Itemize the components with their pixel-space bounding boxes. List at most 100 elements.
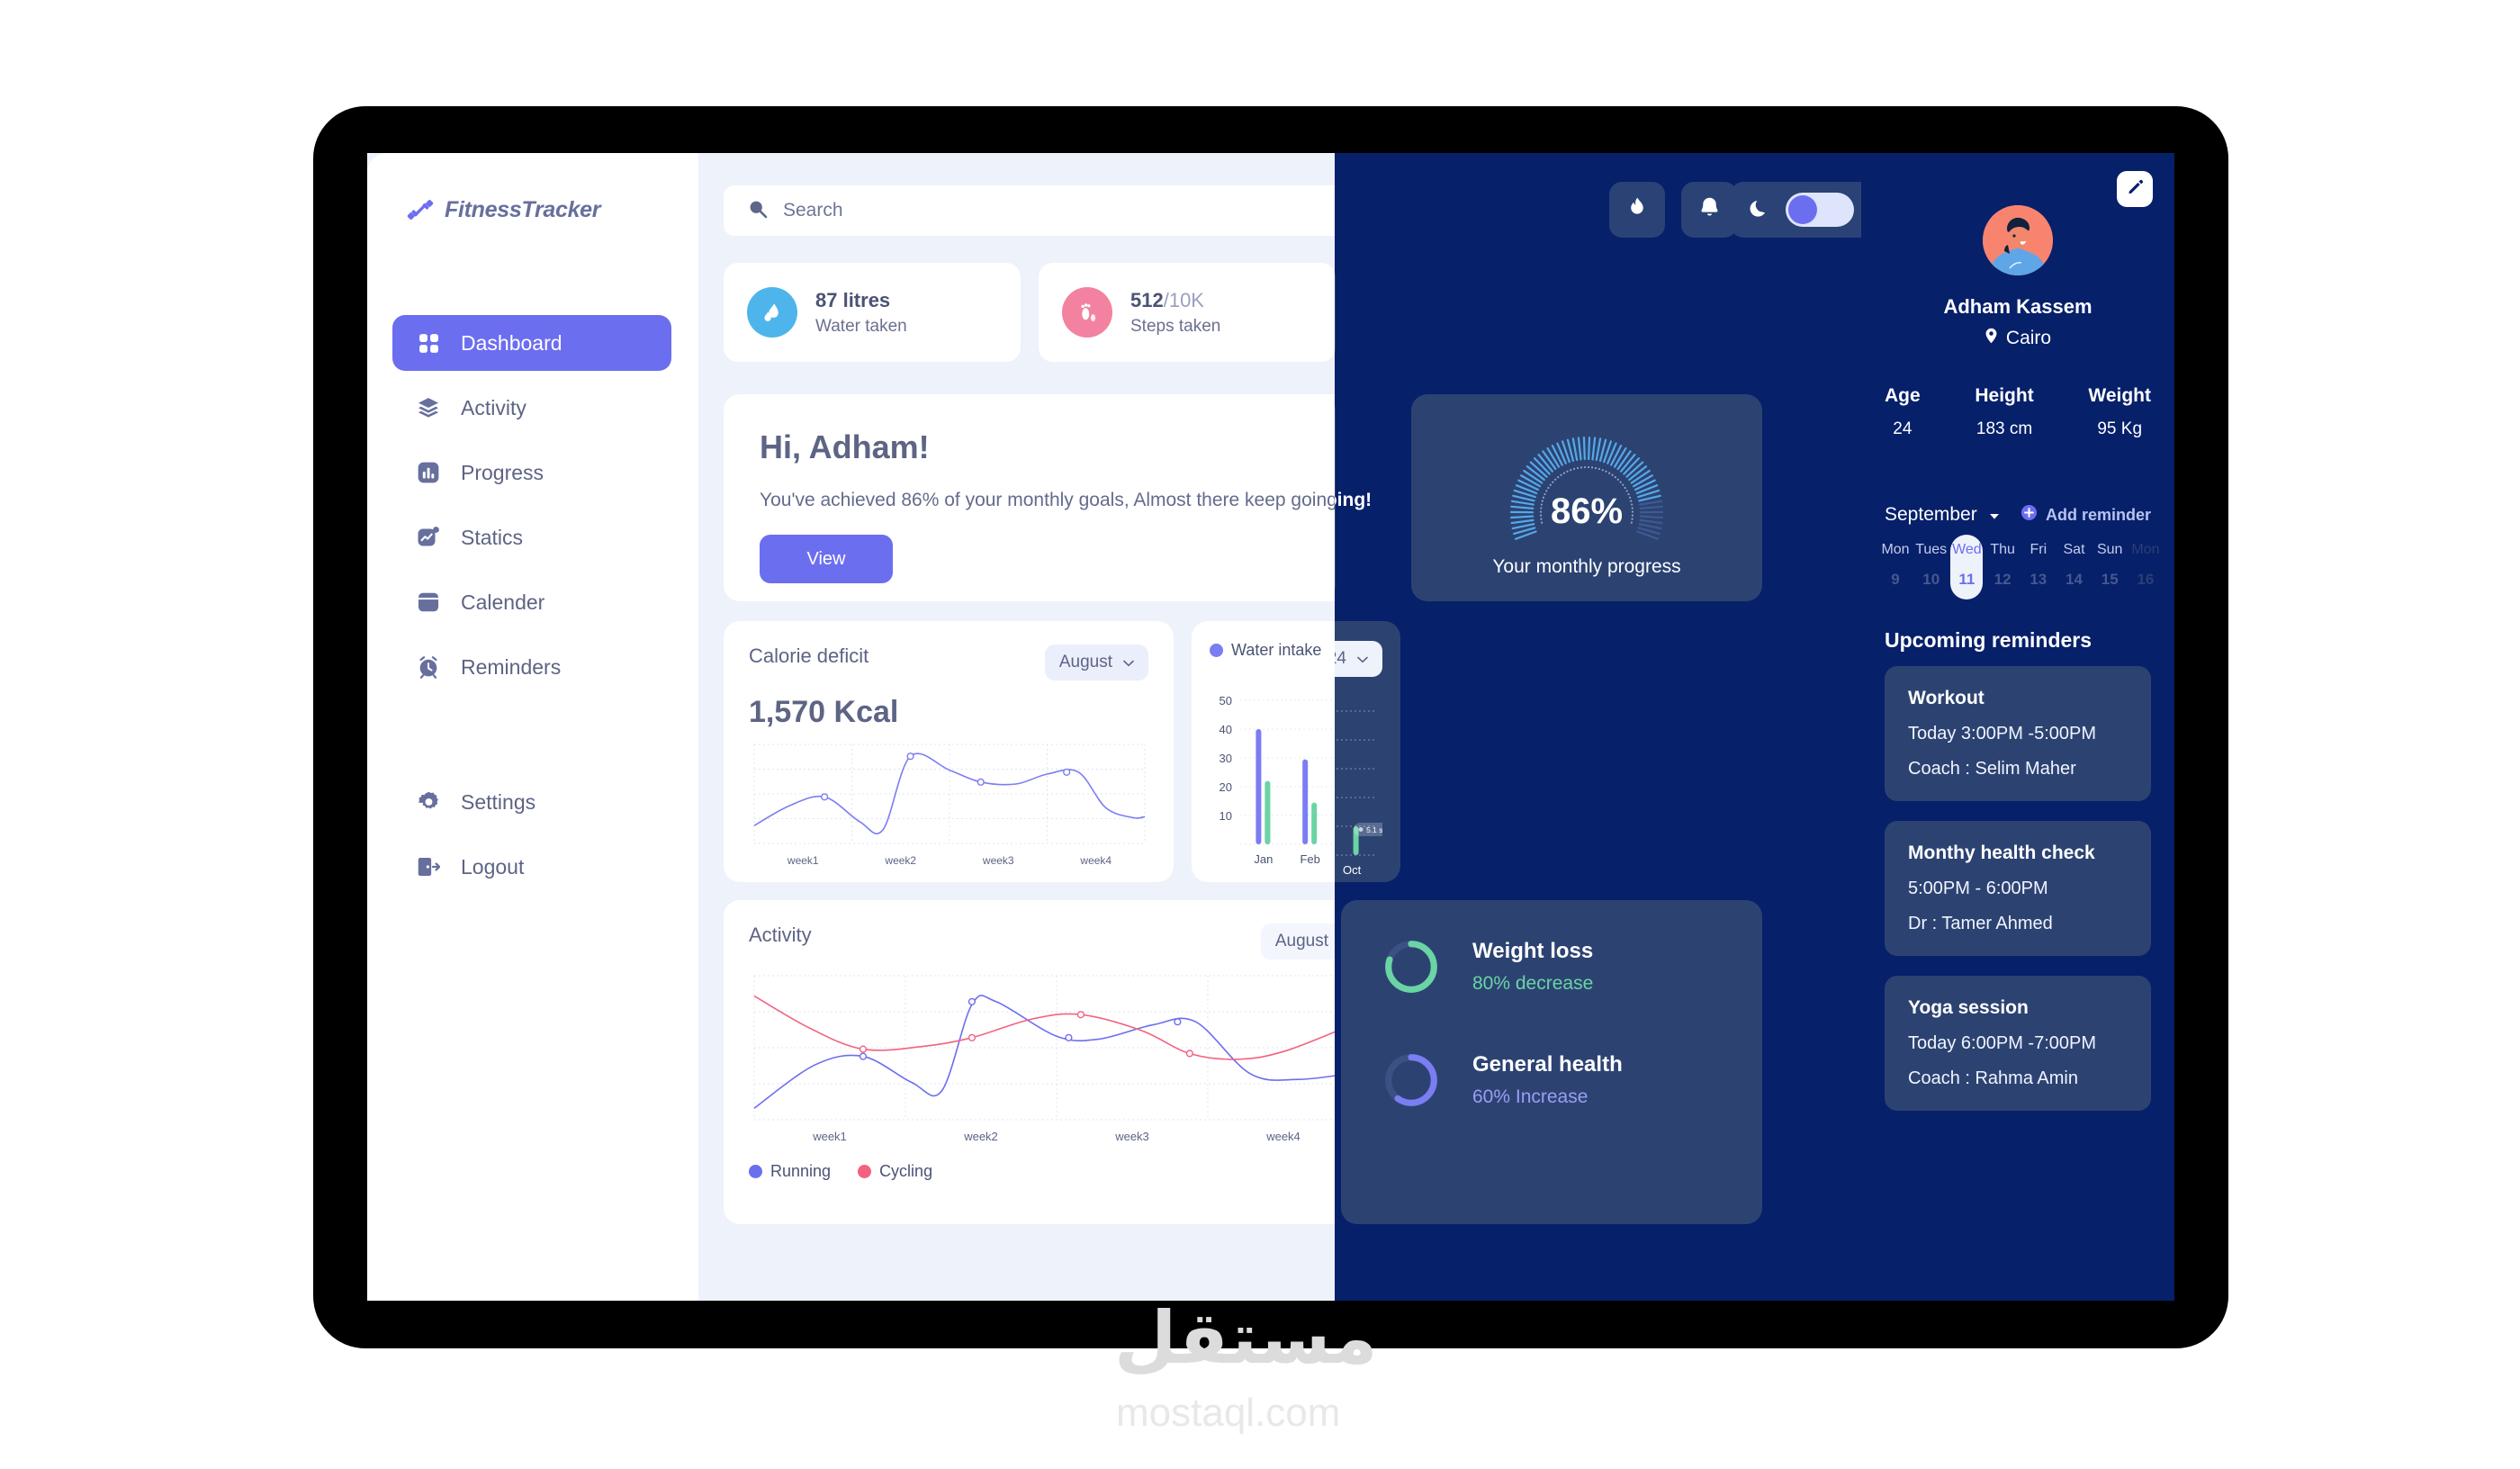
year-select-dark[interactable]: 2024 [1335, 641, 1382, 677]
calendar-icon [416, 590, 441, 615]
monthly-progress-card: 86% Your monthly progress [1411, 394, 1762, 601]
month-value: September [1885, 504, 1977, 525]
stat-card-steps[interactable]: 512/10K Steps taken [1039, 263, 1336, 362]
sidebar-item-progress[interactable]: Progress [392, 445, 671, 500]
stat-label: Steps taken [1130, 316, 1221, 336]
progress-percent: 86% [1550, 491, 1624, 531]
day-name: Fri [2030, 542, 2048, 557]
calorie-deficit-card: Calorie deficit August 1,570 Kcal week1 w… [724, 621, 1174, 882]
day-name: Mon [2131, 542, 2160, 557]
reminders-title: Upcoming reminders [1885, 628, 2092, 652]
reminder-card[interactable]: Monthy health check 5:00PM - 6:00PM Dr :… [1885, 821, 2151, 956]
search-placeholder: Search [783, 200, 843, 221]
period-value: August [1058, 653, 1112, 671]
weight-loss-donut [1385, 941, 1437, 993]
reminder-card[interactable]: Yoga session Today 6:00PM -7:00PM Coach … [1885, 976, 2151, 1111]
flame-icon [1624, 195, 1650, 225]
monthly-bars-chart-dark: 1020304050JanFebMarAprMayJunJulAugSepOct… [1335, 710, 1382, 877]
dashboard-screen: FitnessTracker Dashboard Activity Progre… [367, 153, 2174, 1301]
calendar-day[interactable]: Sun 15 [2093, 535, 2126, 599]
profile-stat-weight: Weight 95 Kg [2088, 385, 2151, 439]
add-reminder-label: Add reminder [2045, 505, 2151, 524]
calendar-day[interactable]: Thu 12 [1986, 535, 2019, 599]
svg-text:20: 20 [1220, 780, 1232, 794]
sidebar-item-reminders[interactable]: Reminders [392, 639, 671, 695]
stat-value: 87 litres [815, 288, 891, 311]
stat-card-calories[interactable]: 408 kcal Calories burned [1335, 263, 1336, 362]
legend-dot-running [749, 1165, 762, 1178]
add-reminder-button[interactable]: Add reminder [2020, 504, 2151, 526]
legend-item: Water intake [1210, 641, 1321, 660]
reminder-name: Yoga session [1908, 997, 2029, 1018]
reminder-person: Coach : Selim Maher [1908, 759, 2076, 779]
map-pin-icon [1984, 328, 1998, 349]
flame-icon-button[interactable] [1609, 182, 1665, 238]
metric-name: Weight loss [1472, 939, 1594, 963]
svg-text:Oct: Oct [1343, 863, 1362, 877]
svg-text:week4: week4 [1265, 1130, 1300, 1143]
sidebar-item-logout[interactable]: Logout [392, 839, 671, 895]
bell-icon [1697, 195, 1722, 224]
edit-profile-button[interactable] [2117, 171, 2153, 207]
svg-text:40: 40 [1220, 723, 1232, 736]
welcome-message: You've achieved 86% of your monthly goal… [760, 490, 1343, 510]
water-drop-icon [747, 287, 797, 338]
chevron-down-icon [1357, 649, 1368, 669]
legend-item: Cycling [858, 1162, 932, 1181]
stat-value: 95 Kg [2097, 419, 2143, 438]
month-select[interactable]: September [1885, 504, 2000, 526]
stat-label: Weight [2088, 385, 2151, 406]
sidebar-item-label: Logout [461, 854, 525, 879]
sidebar-item-label: Dashboard [461, 330, 562, 355]
sidebar-item-calender[interactable]: Calender [392, 574, 671, 630]
bar-chart-header-dark: Water intake Steps Calories burned 2024 [1335, 641, 1382, 677]
svg-text:5.1 steps: 5.1 steps [1366, 825, 1382, 834]
reminder-name: Monthy health check [1908, 843, 2095, 863]
footsteps-icon [1062, 287, 1112, 338]
calendar-day-selected[interactable]: Wed 11 [1950, 535, 1984, 599]
svg-text:week3: week3 [982, 854, 1014, 867]
svg-text:week2: week2 [963, 1130, 998, 1143]
calendar-day[interactable]: Sat 14 [2058, 535, 2091, 599]
day-name: Mon [1881, 542, 1910, 557]
day-number: 12 [1994, 571, 2012, 588]
watermark-arabic: مستقل [1114, 1296, 1378, 1380]
activity-card: Activity August week1 week2 week3 week4 Run… [724, 900, 1390, 1224]
calendar-day[interactable]: Fri 13 [2022, 535, 2055, 599]
calendar-day[interactable]: Mon 9 [1879, 535, 1912, 599]
profile-location-text: Cairo [2005, 328, 2052, 348]
stat-label: Water taken [815, 316, 907, 336]
gear-icon [416, 789, 441, 815]
sidebar-item-settings[interactable]: Settings [392, 774, 671, 830]
chevron-down-icon [1123, 653, 1134, 672]
svg-text:week3: week3 [1114, 1130, 1149, 1143]
app-name: FitnessTracker [445, 196, 601, 222]
calendar-day[interactable]: Tues 10 [1915, 535, 1948, 599]
svg-text:30: 30 [1220, 752, 1232, 765]
legend-dot-cycling [858, 1165, 872, 1178]
day-number: 9 [1891, 571, 1900, 588]
reminders-list: Workout Today 3:00PM -5:00PM Coach : Sel… [1885, 666, 2151, 1131]
metric-row: General health 60% Increase [1381, 1050, 1723, 1111]
toggle-knob [1787, 195, 1817, 224]
stat-card-water[interactable]: 87 litres Water taken [724, 263, 1021, 362]
watermark-domain: mostaql.com [1116, 1391, 1341, 1435]
profile-stats: Age 24 Height 183 cm Weight 95 Kg [1885, 385, 2151, 439]
day-number: 16 [2137, 571, 2155, 588]
toggle-track[interactable] [1785, 193, 1854, 227]
view-button[interactable]: View [760, 535, 893, 583]
sidebar-item-label: Progress [461, 460, 544, 484]
day-number: 13 [2030, 571, 2048, 588]
reminder-card[interactable]: Workout Today 3:00PM -5:00PM Coach : Sel… [1885, 666, 2151, 801]
sidebar-item-dashboard[interactable]: Dashboard [392, 315, 671, 371]
period-select-calorie[interactable]: August [1044, 644, 1148, 680]
stat-value: 183 cm [1976, 419, 2033, 438]
bell-icon-button[interactable] [1681, 182, 1737, 238]
calendar-day[interactable]: Mon 16 [2129, 535, 2162, 599]
sidebar-item-statics[interactable]: Statics [392, 509, 671, 565]
layers-icon [416, 395, 441, 420]
svg-text:Feb: Feb [1300, 852, 1319, 866]
day-name: Thu [1990, 542, 2015, 557]
progress-gauge [1492, 407, 1681, 555]
sidebar-item-activity[interactable]: Activity [392, 380, 671, 436]
